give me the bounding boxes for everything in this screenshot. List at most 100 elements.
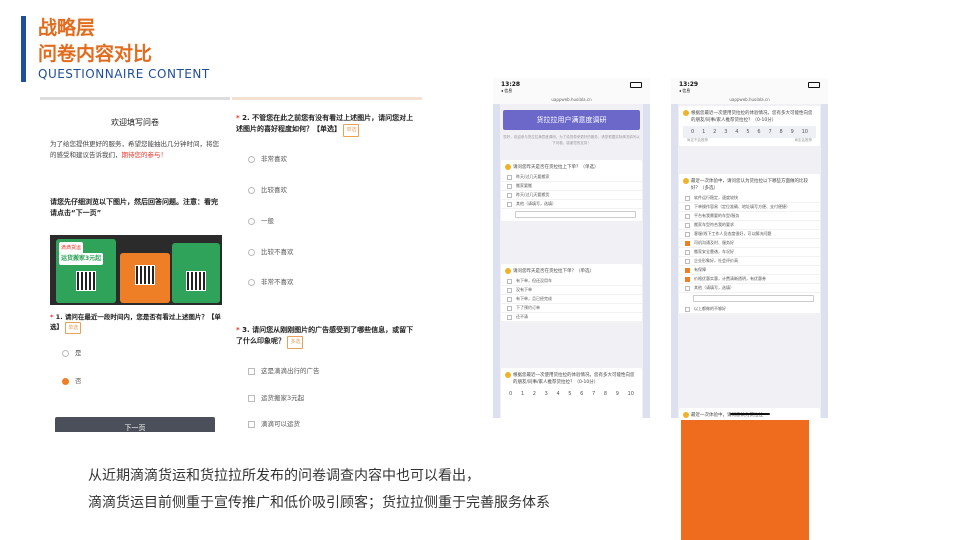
- question-2-text: 2. 不管您在此之前您有没有看过上述图片，请问您对上述图片的喜好程度如何？【单选…: [236, 114, 414, 133]
- radio-checked-icon[interactable]: [62, 377, 69, 385]
- option-row[interactable]: 搬家要搬: [501, 182, 642, 191]
- checkbox-icon[interactable]: [685, 213, 690, 219]
- option-row[interactable]: 其他（请填写，选填）: [679, 284, 820, 293]
- checkbox-icon[interactable]: [507, 192, 512, 198]
- scale-point[interactable]: 10: [628, 391, 634, 397]
- scale-point[interactable]: 5: [568, 391, 571, 397]
- checkbox-checked-icon[interactable]: [685, 267, 690, 273]
- q3-option[interactable]: 这是滴滴出行的广告: [248, 366, 320, 376]
- next-page-button[interactable]: 下一页: [55, 417, 215, 432]
- scale-point[interactable]: 6: [757, 129, 760, 135]
- radio-icon[interactable]: [507, 296, 512, 302]
- scale-point[interactable]: 9: [616, 391, 619, 397]
- question-card: 请问您昨天是否在货拉拉下单？（单选） 有下单，但还没用车 没有下单 有下单，且已…: [501, 264, 642, 322]
- checkbox-icon[interactable]: [685, 306, 690, 312]
- checkbox-icon[interactable]: [685, 285, 690, 291]
- scale-point[interactable]: 4: [735, 129, 738, 135]
- scale-point[interactable]: 3: [724, 129, 727, 135]
- q3-option[interactable]: 运货搬家3元起: [248, 393, 304, 403]
- decorative-orange-block: [681, 420, 809, 540]
- option-row[interactable]: 平台有我需要的车型/服务: [679, 212, 820, 221]
- option-row[interactable]: 司机沟通及时、服务好: [679, 239, 820, 248]
- scale-point[interactable]: 5: [746, 129, 749, 135]
- checkbox-icon[interactable]: [248, 367, 255, 375]
- checkbox-icon[interactable]: [685, 204, 690, 210]
- other-text-input[interactable]: [693, 295, 814, 302]
- option-row[interactable]: 价格优惠实惠，计费清晰透明，有优惠券: [679, 275, 820, 284]
- scale-point[interactable]: 8: [604, 391, 607, 397]
- checkbox-icon[interactable]: [685, 258, 690, 264]
- option-row[interactable]: 其他（请填写，选填）: [501, 200, 642, 209]
- q2-option[interactable]: 比较喜欢: [248, 185, 287, 195]
- q1-option-no[interactable]: 否: [62, 376, 82, 386]
- scale-point[interactable]: 1: [702, 129, 705, 135]
- option-row[interactable]: 昨天/过几天要搬货: [501, 191, 642, 200]
- nps-scale[interactable]: 0 1 2 3 4 5 6 7 8 9 10: [683, 126, 816, 138]
- checkbox-icon[interactable]: [685, 249, 690, 255]
- radio-icon[interactable]: [507, 314, 512, 320]
- option-row[interactable]: 客服/线下工作人员态度很好，可以解决问题: [679, 230, 820, 239]
- q2-option[interactable]: 非常不喜欢: [248, 277, 294, 287]
- option-label: 比较喜欢: [261, 186, 287, 194]
- q2-option[interactable]: 一般: [248, 216, 274, 226]
- radio-icon[interactable]: [248, 278, 255, 286]
- q3-option[interactable]: 滴滴可以运货: [248, 419, 300, 429]
- option-row[interactable]: 有下单，但还没用车: [501, 277, 642, 286]
- q1-option-yes[interactable]: 是: [62, 348, 82, 358]
- checkbox-icon[interactable]: [248, 394, 255, 402]
- scale-point[interactable]: 3: [545, 391, 548, 397]
- didi-survey-page1: 欢迎填写问卷 为了给您提供更好的服务，希望您能抽出几分钟时间，将您的感受和建议告…: [40, 97, 230, 432]
- radio-icon[interactable]: [62, 349, 69, 357]
- option-row[interactable]: 昨天/过几天要搬家: [501, 173, 642, 182]
- scale-point[interactable]: 7: [592, 391, 595, 397]
- checkbox-icon[interactable]: [685, 195, 690, 201]
- radio-icon[interactable]: [248, 186, 255, 194]
- checkbox-checked-icon[interactable]: [685, 276, 690, 282]
- scale-point[interactable]: 9: [791, 129, 794, 135]
- url-bar[interactable]: uappweb.huolala.cn: [671, 96, 828, 104]
- scale-point[interactable]: 0: [691, 129, 694, 135]
- q2-option[interactable]: 比较不喜欢: [248, 247, 294, 257]
- scale-point[interactable]: 0: [509, 391, 512, 397]
- radio-icon[interactable]: [248, 155, 255, 163]
- checkbox-icon[interactable]: [248, 420, 255, 428]
- option-row[interactable]: 搬家车型符合我的要求: [679, 221, 820, 230]
- back-link[interactable]: ◂ 信息: [501, 88, 642, 94]
- scale-point[interactable]: 4: [556, 391, 559, 397]
- radio-icon[interactable]: [248, 248, 255, 256]
- back-link[interactable]: ◂ 信息: [679, 88, 820, 94]
- option-row[interactable]: 下了预约订单: [501, 304, 642, 313]
- checkbox-checked-icon[interactable]: [685, 240, 690, 246]
- scale-point[interactable]: 10: [802, 129, 808, 135]
- option-row[interactable]: 没有下单: [501, 286, 642, 295]
- url-bar[interactable]: uappweb.huolala.cn: [493, 96, 650, 104]
- nps-scale[interactable]: 0 1 2 3 4 5 6 7 8 9 10: [501, 388, 642, 400]
- option-row[interactable]: 还不清: [501, 313, 642, 322]
- scale-point[interactable]: 1: [521, 391, 524, 397]
- scale-point[interactable]: 2: [713, 129, 716, 135]
- scale-point[interactable]: 7: [768, 129, 771, 135]
- option-row[interactable]: 软件运行稳定，速度较快: [679, 194, 820, 203]
- option-row[interactable]: 有下单，且已经完成: [501, 295, 642, 304]
- option-row[interactable]: 企业形象好，社会评价高: [679, 257, 820, 266]
- scale-point[interactable]: 8: [780, 129, 783, 135]
- radio-icon[interactable]: [248, 217, 255, 225]
- scale-point[interactable]: 2: [533, 391, 536, 397]
- option-row[interactable]: 搬家安全靠谱，车况好: [679, 248, 820, 257]
- option-row[interactable]: 有保障: [679, 266, 820, 275]
- radio-icon[interactable]: [507, 287, 512, 293]
- checkbox-icon[interactable]: [507, 174, 512, 180]
- other-text-input[interactable]: [515, 211, 636, 218]
- scale-point[interactable]: 6: [580, 391, 583, 397]
- question-number-icon: [683, 178, 689, 184]
- q2-option[interactable]: 非常喜欢: [248, 154, 287, 164]
- checkbox-icon[interactable]: [507, 183, 512, 189]
- option-label: 下单操作容易（定位准确、地址填写方便、支付便捷）: [694, 204, 790, 209]
- option-row[interactable]: 下单操作容易（定位准确、地址填写方便、支付便捷）: [679, 203, 820, 212]
- checkbox-icon[interactable]: [685, 231, 690, 237]
- checkbox-icon[interactable]: [685, 222, 690, 228]
- option-row[interactable]: 以上都做的不够好: [679, 305, 820, 314]
- radio-icon[interactable]: [507, 305, 512, 311]
- radio-icon[interactable]: [507, 278, 512, 284]
- checkbox-icon[interactable]: [507, 201, 512, 207]
